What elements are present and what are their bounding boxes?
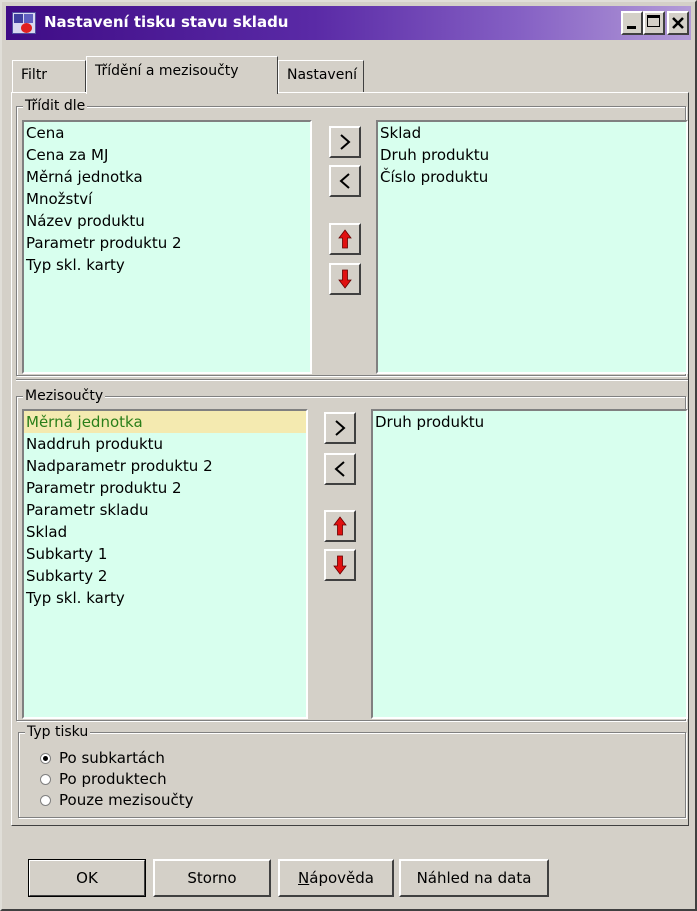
subtotal-group-label: Mezisoučty	[23, 387, 106, 405]
list-item[interactable]: Měrná jednotka	[26, 166, 308, 188]
red-arrow-down-icon	[338, 269, 352, 289]
list-item[interactable]: Cena	[26, 122, 308, 144]
red-arrow-up-icon	[338, 229, 352, 249]
list-item[interactable]: Typ skl. karty	[26, 254, 308, 276]
maximize-button[interactable]	[643, 11, 665, 35]
subtotal-move-up-button[interactable]	[324, 510, 356, 542]
list-item[interactable]: Druh produktu	[375, 411, 684, 433]
radio-po-produktech[interactable]: Po produktech	[40, 768, 167, 790]
cancel-button[interactable]: Storno	[153, 859, 271, 897]
sort-group-label: Třídit dle	[23, 97, 88, 115]
list-item[interactable]: Naddruh produktu	[26, 433, 304, 455]
chevron-left-icon	[334, 461, 345, 477]
window-title: Nastavení tisku stavu skladu	[44, 13, 289, 31]
tab-nastaveni[interactable]: Nastavení	[278, 60, 364, 92]
list-item-highlighted[interactable]: Měrná jednotka	[24, 411, 306, 433]
tab-filtr[interactable]: Filtr	[12, 60, 86, 92]
list-item[interactable]: Parametr skladu	[26, 499, 304, 521]
sort-selected-list[interactable]: Sklad Druh produktu Číslo produktu	[376, 120, 688, 374]
minimize-icon	[627, 26, 636, 29]
radio-label: Pouze mezisoučty	[59, 791, 194, 809]
radio-checked-icon[interactable]	[40, 752, 51, 764]
subtotal-available-list[interactable]: Měrná jednotka Naddruh produktu Nadparam…	[22, 409, 308, 719]
list-item[interactable]: Sklad	[26, 521, 304, 543]
list-item[interactable]: Parametr produktu 2	[26, 477, 304, 499]
list-item[interactable]: Množství	[26, 188, 308, 210]
radio-unchecked-icon[interactable]	[40, 794, 51, 806]
chevron-right-icon	[335, 420, 346, 436]
subtotal-selected-list[interactable]: Druh produktu	[371, 409, 688, 719]
sort-available-list[interactable]: Cena Cena za MJ Měrná jednotka Množství …	[22, 120, 312, 374]
list-item[interactable]: Typ skl. karty	[26, 587, 304, 609]
maximize-icon	[647, 15, 660, 27]
subtotal-add-button[interactable]	[324, 412, 356, 444]
list-item[interactable]: Druh produktu	[380, 144, 684, 166]
close-button[interactable]	[667, 11, 689, 35]
close-icon	[672, 17, 684, 29]
radio-label: Po subkartách	[59, 749, 165, 767]
radio-label: Po produktech	[59, 770, 167, 788]
radio-unchecked-icon[interactable]	[40, 773, 51, 785]
sort-move-up-button[interactable]	[329, 223, 361, 255]
red-arrow-down-icon	[333, 555, 347, 575]
ok-button[interactable]: OK	[28, 859, 146, 897]
tab-trideni-a-mezisoucty[interactable]: Třídění a mezisoučty	[86, 56, 278, 94]
list-item[interactable]: Název produktu	[26, 210, 308, 232]
sort-remove-button[interactable]	[329, 165, 361, 197]
sort-move-down-button[interactable]	[329, 263, 361, 295]
list-item[interactable]: Subkarty 1	[26, 543, 304, 565]
print-settings-dialog: Nastavení tisku stavu skladu Filtr Třídě…	[0, 0, 697, 911]
app-icon[interactable]	[12, 12, 36, 34]
subtotal-move-down-button[interactable]	[324, 549, 356, 581]
minimize-button[interactable]	[621, 11, 643, 35]
chevron-right-icon	[340, 134, 351, 150]
list-item[interactable]: Nadparametr produktu 2	[26, 455, 304, 477]
preview-data-button[interactable]: Náhled na data	[399, 859, 549, 897]
radio-pouze-mezisoucty[interactable]: Pouze mezisoučty	[40, 789, 193, 811]
list-item[interactable]: Cena za MJ	[26, 144, 308, 166]
splitter-highlight	[16, 380, 688, 381]
print-type-group-label: Typ tisku	[25, 723, 91, 741]
list-item[interactable]: Subkarty 2	[26, 565, 304, 587]
list-item[interactable]: Číslo produktu	[380, 166, 684, 188]
list-item[interactable]: Sklad	[380, 122, 684, 144]
help-button[interactable]: Nápověda	[278, 859, 394, 897]
list-item[interactable]: Parametr produktu 2	[26, 232, 308, 254]
chevron-left-icon	[339, 173, 350, 189]
sort-add-button[interactable]	[329, 126, 361, 158]
subtotal-remove-button[interactable]	[324, 453, 356, 485]
red-arrow-up-icon	[333, 516, 347, 536]
title-bar[interactable]: Nastavení tisku stavu skladu	[6, 6, 691, 40]
radio-po-subkartach[interactable]: Po subkartách	[40, 747, 165, 769]
